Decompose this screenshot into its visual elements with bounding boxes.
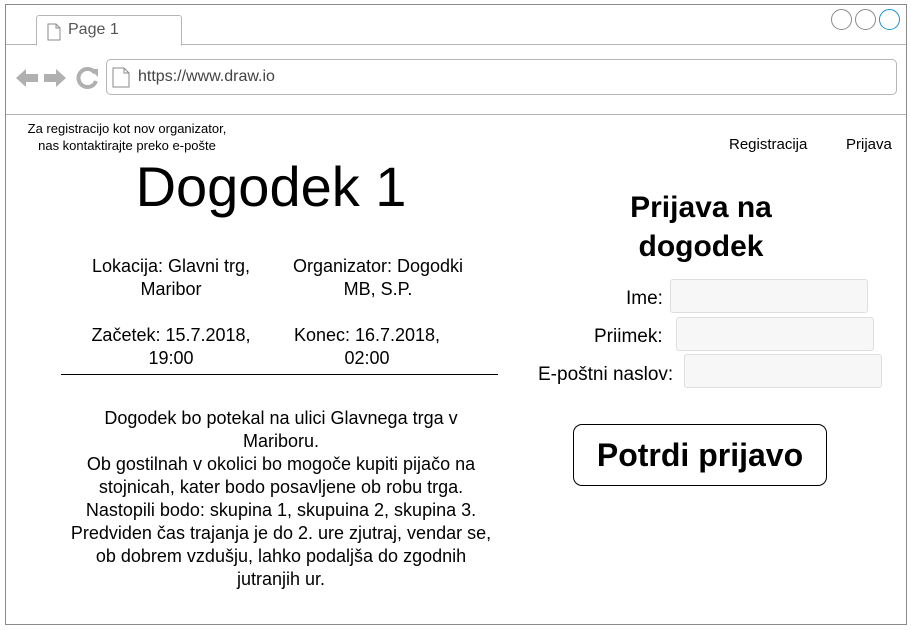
organizer-note-line: Za registracijo kot nov organizator,: [27, 121, 227, 136]
organizer-registration-note: Za registracijo kot nov organizator, nas…: [6, 120, 248, 154]
document-icon: [112, 67, 130, 88]
login-link[interactable]: Prijava: [846, 136, 892, 153]
tab-label: Page 1: [68, 21, 119, 38]
window-control-circle[interactable]: [831, 9, 852, 30]
surname-label: Priimek:: [594, 326, 663, 347]
reload-icon[interactable]: [76, 67, 100, 89]
organizer-note-line: nas kontaktirajte preko e-pošte: [38, 138, 216, 153]
organizer-line: MB, S.P.: [343, 279, 413, 299]
email-field[interactable]: [684, 354, 882, 388]
email-label: E-poštni naslov:: [538, 364, 674, 385]
window-control-circle[interactable]: [879, 9, 900, 30]
divider-line: [61, 374, 498, 375]
navigation-bar: https://www.draw.io: [6, 45, 906, 115]
page-content: Za registracijo kot nov organizator, nas…: [6, 116, 906, 625]
name-field[interactable]: [670, 279, 868, 313]
document-icon: [47, 23, 61, 41]
form-title-line: dogodek: [638, 230, 764, 263]
form-title-line: Prijava na: [630, 191, 772, 224]
description-line: Ob gostilnah v okolici bo mogoče kupiti …: [86, 454, 476, 474]
url-text: https://www.draw.io: [138, 68, 275, 85]
browser-window: Page 1 https://www.draw.io Za registraci…: [5, 4, 907, 625]
description-line: jutranjih ur.: [236, 569, 326, 589]
end-line: 02:00: [344, 348, 390, 368]
start-line: 19:00: [148, 348, 194, 368]
description-line: Predviden čas trajanja je do 2. ure zjut…: [70, 523, 492, 543]
organizer-line: Organizator: Dogodki: [292, 256, 464, 276]
registration-link[interactable]: Registracija: [729, 136, 807, 153]
event-start: Začetek: 15.7.2018, 19:00: [76, 324, 266, 370]
location-line: Lokacija: Glavni trg,: [91, 256, 251, 276]
back-arrow-icon[interactable]: [15, 67, 39, 89]
confirm-registration-button[interactable]: Potrdi prijavo: [573, 424, 827, 486]
event-end: Konec: 16.7.2018, 02:00: [272, 324, 462, 370]
description-line: Dogodek bo potekal na ulici Glavnega trg…: [104, 408, 458, 428]
surname-field[interactable]: [676, 317, 874, 351]
location-line: Maribor: [140, 279, 202, 299]
event-organizer: Organizator: Dogodki MB, S.P.: [278, 255, 478, 301]
event-title: Dogodek 1: [135, 155, 407, 218]
forward-arrow-icon[interactable]: [43, 67, 67, 89]
description-line: Mariboru.: [242, 431, 320, 451]
description-line: ob dobrem vzdušju, lahko podaljša do zgo…: [95, 546, 467, 566]
start-line: Začetek: 15.7.2018,: [91, 325, 251, 345]
description-line: stojnicah, kater bodo posavljene ob robu…: [98, 477, 464, 497]
description-line: Nastopili bodo: skupina 1, skupuina 2, s…: [85, 500, 477, 520]
event-location: Lokacija: Glavni trg, Maribor: [76, 255, 266, 301]
address-bar[interactable]: https://www.draw.io: [106, 59, 897, 95]
name-label: Ime:: [626, 288, 663, 309]
form-title: Prijava na dogodek: [581, 188, 821, 266]
tab-page-1[interactable]: Page 1: [36, 15, 182, 46]
event-description: Dogodek bo potekal na ulici Glavnega trg…: [54, 407, 508, 591]
window-control-circle[interactable]: [855, 9, 876, 30]
end-line: Konec: 16.7.2018,: [293, 325, 441, 345]
tab-bar: Page 1: [6, 5, 906, 46]
